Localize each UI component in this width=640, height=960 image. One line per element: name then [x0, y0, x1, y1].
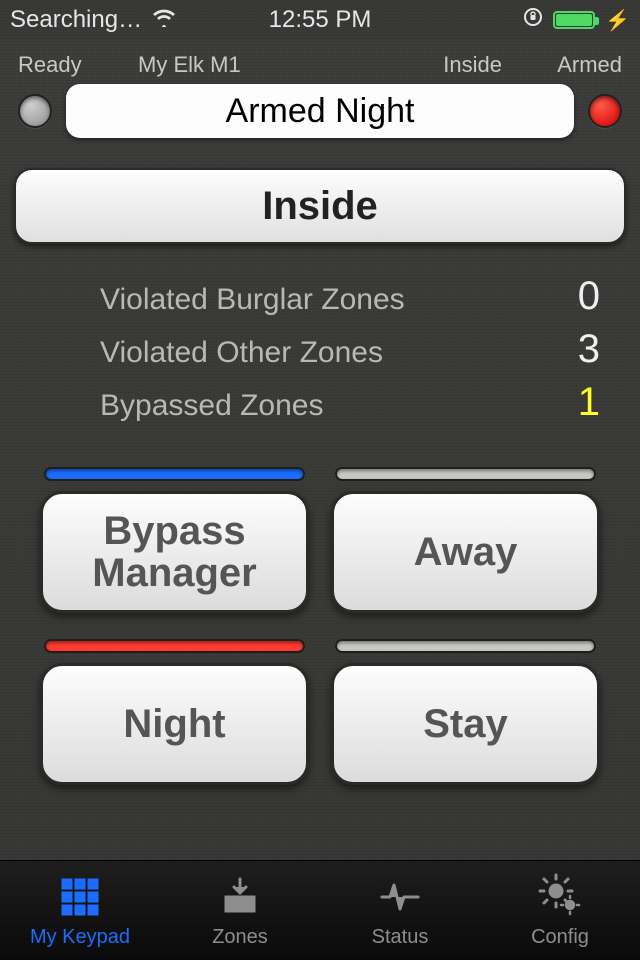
tab-bar: My Keypad Zones Status: [0, 860, 640, 960]
status-icon: [378, 873, 422, 922]
arm-status-display: Armed Night: [66, 84, 574, 138]
ios-status-bar: Searching… 12:55 PM ⚡: [0, 0, 640, 40]
inside-label: Inside: [402, 52, 542, 78]
config-icon: [538, 873, 582, 922]
mode-inside-button[interactable]: Inside: [14, 168, 626, 244]
stay-indicator-pill: [335, 639, 596, 653]
bypass-manager-button[interactable]: Bypass Manager: [40, 491, 309, 613]
stay-button[interactable]: Stay: [331, 663, 600, 785]
zone-stat-label: Violated Burglar Zones: [100, 283, 405, 317]
tab-label: Config: [531, 926, 589, 949]
armed-led: [588, 94, 622, 128]
stay-label: Stay: [423, 703, 508, 745]
away-label: Away: [414, 531, 518, 573]
zones-icon: [218, 873, 262, 922]
tab-label: Zones: [212, 926, 268, 949]
zone-stat-label: Violated Other Zones: [100, 336, 383, 370]
tab-status[interactable]: Status: [320, 861, 480, 960]
status-row: Armed Night: [0, 84, 640, 152]
bypass-indicator-pill: [44, 467, 305, 481]
bypass-manager-label: Bypass Manager: [51, 510, 298, 594]
zone-stat-value: 0: [560, 274, 600, 319]
clock-text: 12:55 PM: [0, 6, 640, 34]
away-button[interactable]: Away: [331, 491, 600, 613]
zone-stat-label: Bypassed Zones: [100, 389, 323, 423]
zone-stats: Violated Burglar Zones 0 Violated Other …: [100, 274, 600, 425]
arm-buttons-grid: Bypass Manager Away Night Stay: [0, 433, 640, 785]
mode-inside-label: Inside: [262, 184, 378, 229]
night-button[interactable]: Night: [40, 663, 309, 785]
header-labels: Ready My Elk M1 Inside Armed: [0, 40, 640, 84]
tab-zones[interactable]: Zones: [160, 861, 320, 960]
tab-label: Status: [372, 926, 429, 949]
zone-stat-value: 1: [560, 380, 600, 425]
ready-led: [18, 94, 52, 128]
zone-stat-row: Violated Other Zones 3: [100, 327, 600, 372]
night-indicator-pill: [44, 639, 305, 653]
battery-icon: [553, 11, 595, 29]
tab-config[interactable]: Config: [480, 861, 640, 960]
zone-stat-row: Violated Burglar Zones 0: [100, 274, 600, 319]
night-label: Night: [123, 703, 225, 745]
zone-stat-row: Bypassed Zones 1: [100, 380, 600, 425]
tab-my-keypad[interactable]: My Keypad: [0, 861, 160, 960]
armed-label: Armed: [542, 52, 622, 78]
tab-label: My Keypad: [30, 926, 130, 949]
away-indicator-pill: [335, 467, 596, 481]
zone-stat-value: 3: [560, 327, 600, 372]
device-name: My Elk M1: [98, 52, 402, 78]
ready-label: Ready: [18, 52, 98, 78]
keypad-icon: [58, 873, 102, 922]
